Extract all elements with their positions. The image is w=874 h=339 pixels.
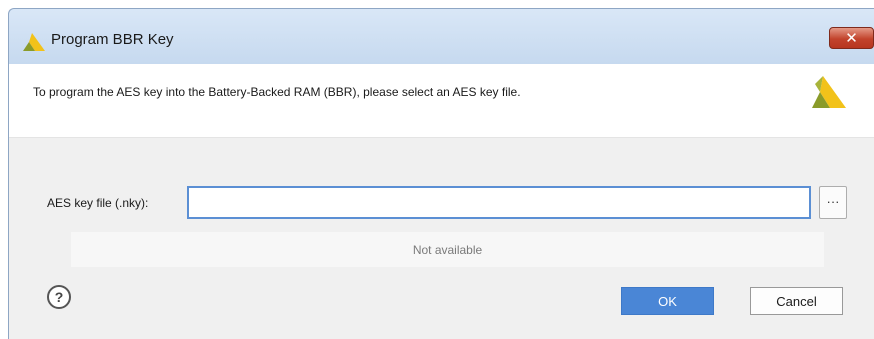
title-bar[interactable]: Program BBR Key ✕ xyxy=(9,9,874,64)
dialog-content: To program the AES key into the Battery-… xyxy=(9,64,874,339)
key-file-label: AES key file (.nky): xyxy=(47,196,149,210)
key-file-input[interactable] xyxy=(187,186,811,219)
window-title: Program BBR Key xyxy=(51,31,174,48)
header-divider xyxy=(9,137,874,138)
help-icon[interactable]: ? xyxy=(47,285,71,309)
browse-button[interactable]: ··· xyxy=(819,186,847,219)
header-description: To program the AES key into the Battery-… xyxy=(33,85,521,99)
status-message: Not available xyxy=(71,232,824,267)
close-icon: ✕ xyxy=(845,29,858,47)
cancel-button[interactable]: Cancel xyxy=(750,287,843,315)
ok-button[interactable]: OK xyxy=(621,287,714,315)
dialog-window: Program BBR Key ✕ To program the AES key… xyxy=(8,8,874,339)
header-band: To program the AES key into the Battery-… xyxy=(9,64,874,137)
vivado-logo-icon xyxy=(812,76,846,108)
vivado-logo-icon xyxy=(23,33,45,51)
close-button[interactable]: ✕ xyxy=(829,27,874,49)
